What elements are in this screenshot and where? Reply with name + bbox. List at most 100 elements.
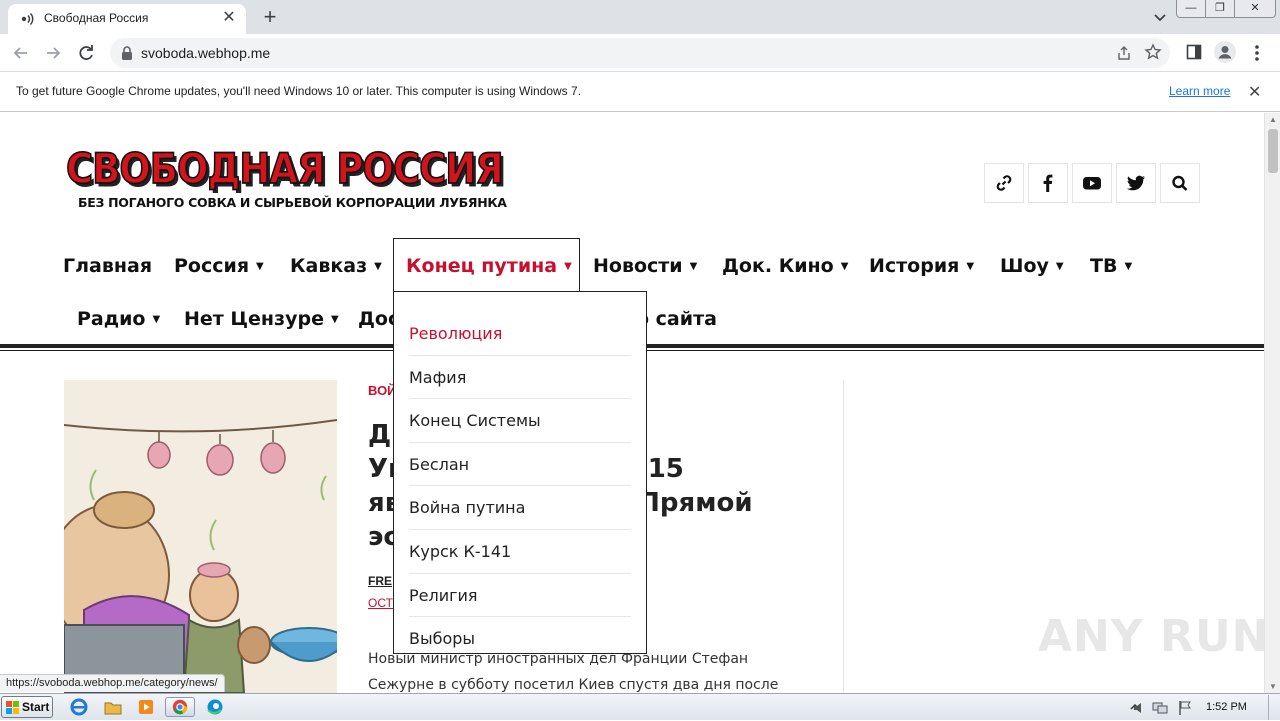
youtube-icon [1083,177,1101,190]
media-player-icon[interactable] [135,697,157,717]
dropdown-arrow-icon: ▼ [564,261,572,272]
page-scrollbar[interactable]: ▲ ▼ [1264,113,1280,693]
browser-tab[interactable]: Свободная Россия ✕ [8,4,246,34]
dropdown-arrow-icon: ▼ [966,261,975,272]
link-status-bubble: https://svoboda.webhop.me/category/news/ [0,674,225,692]
title-fragment: Прямой [638,488,753,518]
new-tab-button[interactable]: + [258,6,282,30]
close-window-button[interactable]: ✕ [1234,0,1276,18]
nav-label: Радио [77,308,146,330]
profile-avatar-icon[interactable] [1214,41,1236,63]
chrome-taskbar-button[interactable] [165,697,195,717]
nav-item-dok-kino[interactable]: Док. Кино ▼ [722,255,848,277]
scrollbar-thumb[interactable] [1268,129,1278,173]
bookmark-star-icon[interactable] [1144,43,1162,61]
chrome-icon [172,699,188,715]
site-logo[interactable]: СВОБОДНАЯ РОССИЯ БЕЗ ПОГАНОГО СОВКА И СЫ… [64,144,524,217]
dropdown-arrow-icon: ▼ [152,314,161,325]
title-fragment: 15 [647,454,684,484]
back-arrow-icon[interactable] [10,42,32,64]
dropdown-item-voyna-putina[interactable]: Война путина [409,486,631,530]
article-comments[interactable]: ОСТ [368,596,393,610]
nav-dropdown-menu: Революция Мафия Конец Системы Беслан Война п… [393,291,647,654]
link-button[interactable] [984,163,1024,203]
reload-icon[interactable] [75,42,97,64]
facebook-icon [1043,174,1053,192]
dropdown-item-mafiya[interactable]: Мафия [409,356,631,400]
chevron-down-icon[interactable] [1150,8,1170,28]
facebook-button[interactable] [1028,163,1068,203]
dropdown-arrow-icon: ▼ [840,261,849,272]
side-panel-icon[interactable] [1186,44,1202,60]
network-icon[interactable] [1152,700,1168,716]
nav-item-rossiya[interactable]: Россия ▼ [174,255,264,277]
scroll-up-icon[interactable]: ▲ [1269,115,1277,124]
nav-label: Шоу [1000,255,1049,277]
nav-item-kavkaz[interactable]: Кавказ ▼ [290,255,382,277]
system-tray [1122,694,1280,721]
nav-label: Нет Цензуре [184,308,324,330]
nav-label: Конец путина [406,255,558,277]
window-controls: — ❐ ✕ [1176,0,1276,18]
nav-label: Новости [593,255,683,277]
dropdown-arrow-icon: ▼ [1055,261,1064,272]
nav-item-novosti[interactable]: Новости ▼ [593,255,697,277]
logo-title: СВОБОДНАЯ РОССИЯ [65,144,504,194]
article-thumbnail[interactable] [64,380,337,693]
nav-item-radio[interactable]: Радио ▼ [77,308,160,330]
sidebar-divider [843,380,844,693]
volume-icon[interactable] [1132,700,1148,716]
taskbar-clock[interactable]: 1:52 PM [1206,701,1247,713]
tab-close-icon[interactable]: ✕ [220,9,238,27]
dropdown-item-religiya[interactable]: Религия [409,574,631,618]
action-center-flag-icon[interactable] [1178,700,1192,716]
internet-explorer-icon[interactable] [68,697,90,717]
file-explorer-icon[interactable] [102,697,124,717]
edge-icon[interactable] [204,697,226,717]
minimize-button[interactable]: — [1176,0,1206,18]
windows-logo-icon [6,701,19,714]
lock-icon[interactable] [120,45,134,61]
excerpt-line: Сежурне в субботу посетил Киев спустя дв… [368,677,779,693]
dropdown-arrow-icon: ▼ [374,261,382,272]
start-label: Start [22,700,50,714]
learn-more-link[interactable]: Learn more [1169,84,1230,98]
dropdown-arrow-icon: ▼ [689,261,698,272]
nav-label: ТВ [1090,255,1118,277]
nav-item-shou[interactable]: Шоу ▼ [1000,255,1064,277]
infobar-close-icon[interactable]: ✕ [1248,82,1261,102]
audio-playing-icon [21,12,34,26]
show-desktop-button[interactable] [1268,695,1280,720]
nav-item-konets-putina[interactable]: Конец путина ▼ [406,255,572,277]
nav-item-o-saita-partial[interactable]: о сайта [636,308,717,330]
dropdown-item-beslan[interactable]: Беслан [409,443,631,487]
dropdown-item-revolyutsiya[interactable]: Революция [409,312,631,356]
scroll-down-icon[interactable]: ▼ [1269,682,1277,691]
windows-taskbar: Start 1:52 PM [0,693,1280,720]
dropdown-item-vybory[interactable]: Выборы [409,617,631,661]
nav-label: История [869,255,960,277]
restore-button[interactable]: ❐ [1205,0,1235,18]
tab-title: Свободная Россия [44,11,149,25]
youtube-button[interactable] [1072,163,1112,203]
nav-label: Россия [174,255,250,277]
forward-arrow-icon[interactable] [42,42,64,64]
dropdown-arrow-icon: ▼ [330,314,339,325]
article-author[interactable]: FRE [368,574,392,588]
nav-item-net-tsenzure[interactable]: Нет Цензуре ▼ [184,308,339,330]
site-search-button[interactable] [1160,163,1200,203]
address-bar[interactable]: svoboda.webhop.me [110,38,1170,68]
anyrun-watermark: ANY RUN [1038,611,1264,662]
twitter-button[interactable] [1116,163,1156,203]
dropdown-item-konets-sistemy[interactable]: Конец Системы [409,399,631,443]
kebab-menu-icon[interactable] [1248,42,1266,64]
dropdown-item-kursk-k-141[interactable]: Курск К-141 [409,530,631,574]
twitter-icon [1127,175,1145,191]
browser-tabstrip: Свободная Россия ✕ + — ❐ ✕ [0,0,1280,34]
nav-label: о сайта [636,308,717,330]
share-icon[interactable] [1116,45,1132,61]
nav-item-istoriya[interactable]: История ▼ [869,255,974,277]
nav-item-glavnaya[interactable]: Главная [63,255,152,277]
nav-item-tv[interactable]: ТВ ▼ [1090,255,1132,277]
start-button[interactable]: Start [1,696,53,718]
